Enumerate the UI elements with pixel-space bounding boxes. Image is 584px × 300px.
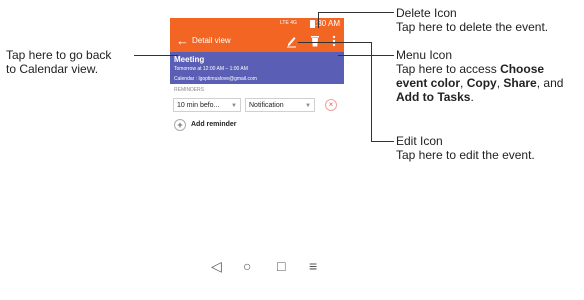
menu-option-share: Share xyxy=(503,76,537,90)
reminders-header: REMINDERS xyxy=(174,87,205,93)
reminder-type-select[interactable]: Notification ▼ xyxy=(245,98,315,112)
menu-option-choose: Choose xyxy=(500,62,545,76)
menu-callout: Menu Icon Tap here to access Choose even… xyxy=(396,48,584,104)
caret-down-icon: ▼ xyxy=(305,103,311,109)
add-reminder-label: Add reminder xyxy=(191,121,237,128)
delete-callout-line-h xyxy=(318,12,394,13)
close-icon[interactable]: × xyxy=(325,99,337,111)
event-title: Meeting xyxy=(174,55,205,64)
phone-screen: LTE 4G 0:30 AM ← Detail view Meeting Tom… xyxy=(170,18,344,156)
back-callout: Tap here to go back to Calendar view. xyxy=(6,48,111,76)
android-nav-bar: ◁ ○ □ ≡ xyxy=(205,258,325,274)
event-time: Tomorrow at 12:00 AM – 1:00 AM xyxy=(174,66,248,72)
event-calendar: Calendar : lgoptimuslove@gmail.com xyxy=(174,76,257,82)
app-bar-title: Detail view xyxy=(192,36,231,45)
reminder-time-value: 10 min befo... xyxy=(177,102,220,109)
reminder-type-value: Notification xyxy=(249,102,284,109)
back-callout-desc-2: to Calendar view. xyxy=(6,62,99,76)
reminder-row: 10 min befo... ▼ Notification ▼ × xyxy=(173,96,343,112)
nav-recents-icon[interactable]: □ xyxy=(277,258,285,274)
nav-home-icon[interactable]: ○ xyxy=(243,258,251,274)
back-callout-line xyxy=(134,55,178,56)
reminder-time-select[interactable]: 10 min befo... ▼ xyxy=(173,98,241,112)
edit-callout-line-h xyxy=(371,141,394,142)
edit-icon[interactable] xyxy=(285,34,297,48)
delete-callout-line-v xyxy=(318,12,319,28)
signal-icon xyxy=(292,20,306,38)
edit-callout-title: Edit Icon xyxy=(396,134,443,148)
menu-option-event-color: event color xyxy=(396,76,461,90)
status-time: 0:30 AM xyxy=(310,19,340,28)
back-callout-desc-1: Tap here to go back xyxy=(6,48,112,62)
menu-option-copy: Copy xyxy=(466,76,497,90)
plus-icon: + xyxy=(174,119,186,131)
delete-callout: Delete Icon Tap here to delete the event… xyxy=(396,6,548,34)
delete-callout-desc: Tap here to delete the event. xyxy=(396,20,549,34)
delete-callout-title: Delete Icon xyxy=(396,6,457,20)
edit-callout: Edit Icon Tap here to edit the event. xyxy=(396,134,535,162)
edit-callout-line-v xyxy=(371,42,372,142)
nav-back-icon[interactable]: ◁ xyxy=(211,258,222,275)
menu-icon[interactable] xyxy=(330,34,338,48)
menu-callout-desc: Tap here to access xyxy=(396,62,501,76)
event-details: Meeting Tomorrow at 12:00 AM – 1:00 AM C… xyxy=(170,52,344,84)
delete-icon[interactable] xyxy=(309,34,321,48)
menu-callout-title: Menu Icon xyxy=(396,48,453,62)
menu-option-add-to-tasks: Add to Tasks xyxy=(396,90,471,104)
menu-callout-line xyxy=(338,55,394,56)
back-arrow-icon[interactable]: ← xyxy=(176,33,189,48)
app-bar: ← Detail view xyxy=(170,30,344,52)
edit-callout-line-top xyxy=(298,42,372,43)
edit-callout-desc: Tap here to edit the event. xyxy=(396,148,535,162)
nav-menu-icon[interactable]: ≡ xyxy=(309,258,317,274)
caret-down-icon: ▼ xyxy=(231,103,237,109)
